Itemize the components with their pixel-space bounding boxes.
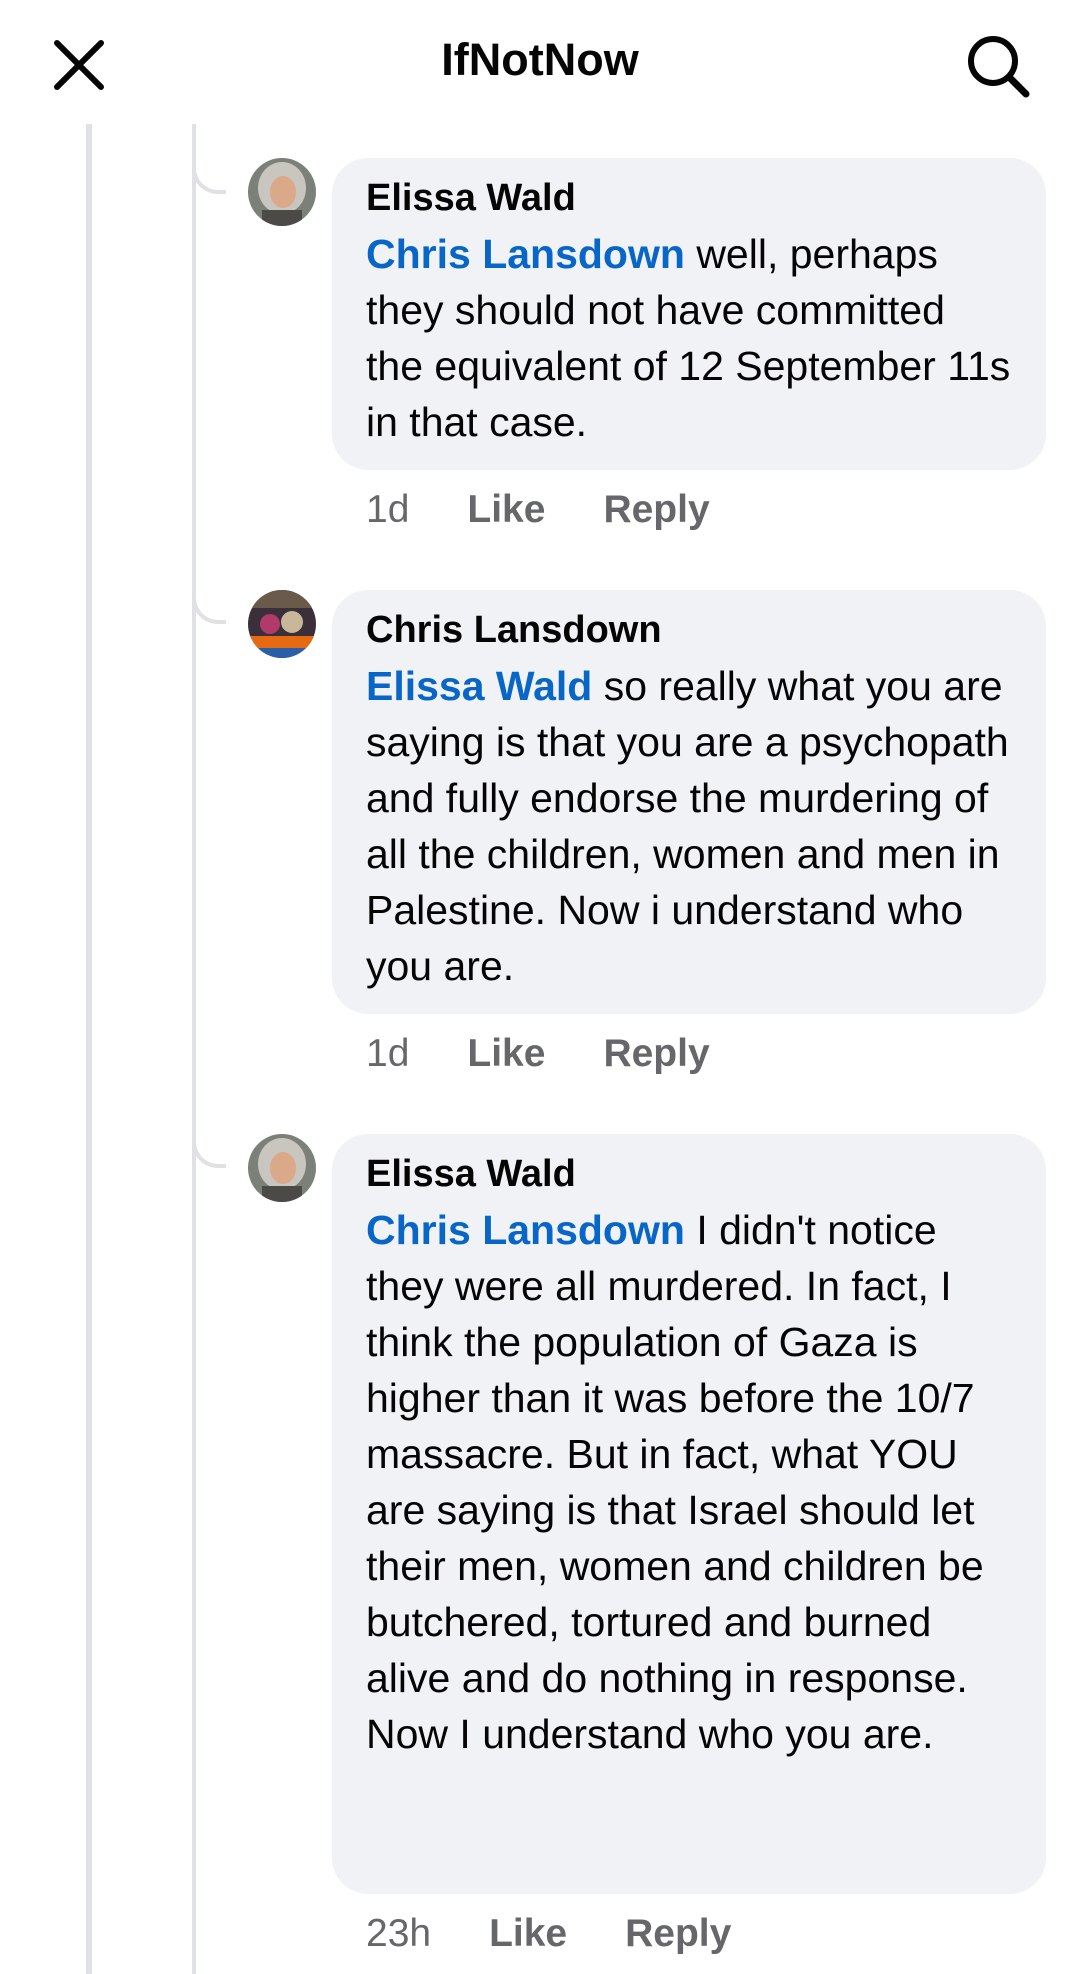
like-button[interactable]: Like bbox=[489, 1912, 567, 1956]
comment-bubble: Elissa Wald Chris Lansdown well, perhaps… bbox=[332, 158, 1046, 470]
comment-bubble: Chris Lansdown Elissa Wald so really wha… bbox=[332, 590, 1046, 1014]
comment-text: Elissa Wald so really what you are sayin… bbox=[366, 658, 1012, 994]
comment-actions: 1d Like Reply bbox=[366, 1026, 768, 1082]
reply-connector bbox=[192, 554, 226, 624]
mention-link[interactable]: Chris Lansdown bbox=[366, 231, 685, 277]
comment-actions: 1d Like Reply bbox=[366, 482, 768, 538]
avatar-elissa-wald[interactable] bbox=[248, 158, 316, 226]
comment-text: Chris Lansdown well, perhaps they should… bbox=[366, 226, 1012, 450]
comment-text-body: so really what you are saying is that yo… bbox=[366, 663, 1009, 989]
mention-link[interactable]: Chris Lansdown bbox=[366, 1207, 685, 1253]
comment-timestamp[interactable]: 1d bbox=[366, 1032, 409, 1076]
reply-connector bbox=[192, 1098, 226, 1168]
avatar-chris-lansdown[interactable] bbox=[248, 590, 316, 658]
reply-button[interactable]: Reply bbox=[603, 1032, 709, 1076]
search-icon bbox=[968, 36, 1030, 98]
top-bar: IfNotNow bbox=[0, 0, 1080, 124]
comment-author[interactable]: Elissa Wald bbox=[366, 1150, 1012, 1198]
comment-author[interactable]: Elissa Wald bbox=[366, 174, 1012, 222]
avatar-elissa-wald[interactable] bbox=[248, 1134, 316, 1202]
page-title: IfNotNow bbox=[441, 34, 639, 85]
comment-timestamp[interactable]: 23h bbox=[366, 1912, 431, 1956]
reply-button[interactable]: Reply bbox=[603, 488, 709, 532]
comment-text-body: I didn't notice they were all murdered. … bbox=[366, 1207, 984, 1757]
like-button[interactable]: Like bbox=[467, 1032, 545, 1076]
thread-line bbox=[86, 124, 92, 1974]
mention-link[interactable]: Elissa Wald bbox=[366, 663, 592, 709]
comment-actions: 23h Like Reply bbox=[366, 1906, 789, 1962]
comment-author[interactable]: Chris Lansdown bbox=[366, 606, 1012, 654]
reply-thread-line bbox=[192, 124, 196, 1974]
search-button[interactable] bbox=[958, 26, 1038, 106]
like-button[interactable]: Like bbox=[467, 488, 545, 532]
comment-timestamp[interactable]: 1d bbox=[366, 488, 409, 532]
comment-bubble: Elissa Wald Chris Lansdown I didn't noti… bbox=[332, 1134, 1046, 1894]
comment-text: Chris Lansdown I didn't notice they were… bbox=[366, 1202, 1012, 1762]
reply-connector bbox=[192, 124, 226, 194]
reply-button[interactable]: Reply bbox=[625, 1912, 731, 1956]
